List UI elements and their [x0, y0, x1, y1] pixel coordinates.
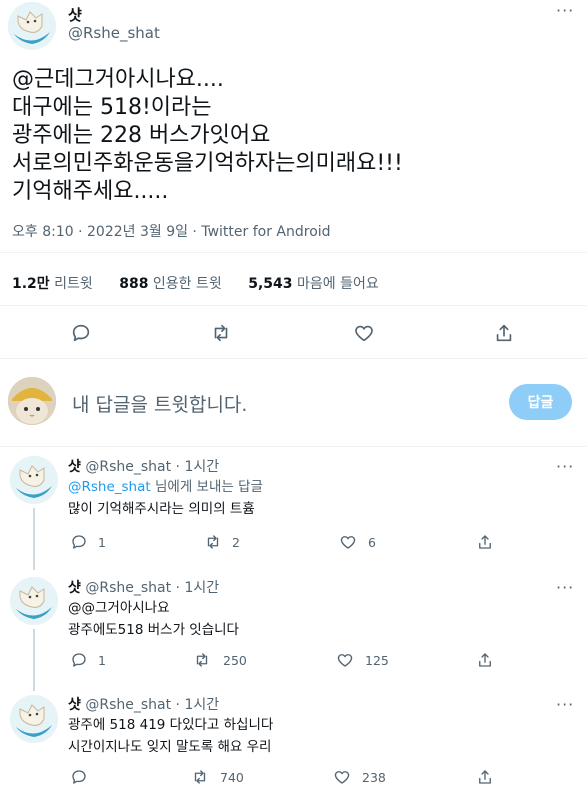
- retweet-icon[interactable]: [210, 322, 232, 344]
- divider: [0, 446, 587, 447]
- handle-time[interactable]: @Rshe_shat · 1시간: [85, 697, 219, 713]
- like-icon[interactable]: [333, 768, 351, 786]
- reply-button[interactable]: 답글: [509, 384, 572, 420]
- retweet-icon[interactable]: [191, 768, 209, 786]
- reply-text-line: 많이 기억해주시라는 의미의 트흄: [68, 501, 255, 517]
- reply-input[interactable]: 내 답글을 트윗합니다.: [72, 390, 247, 417]
- tweet-text-line: @근데그거아시나요....: [12, 67, 224, 92]
- share-icon[interactable]: [476, 651, 494, 669]
- replying-suffix: 님에게 보내는 답글: [150, 479, 263, 495]
- tweet-text: @근데그거아시나요.... 대구에는 518!이라는 광주에는 228 버스가잇…: [12, 66, 572, 206]
- reply-icon[interactable]: [70, 651, 88, 669]
- reply-count: 1: [98, 535, 106, 550]
- like-icon[interactable]: [353, 322, 375, 344]
- thread-line: [33, 508, 35, 570]
- author-avatar[interactable]: [10, 456, 58, 504]
- handle-time[interactable]: @Rshe_shat · 1시간: [85, 459, 219, 475]
- tweet-text-line: 기억해주세요.....: [12, 179, 169, 204]
- share-icon[interactable]: [493, 322, 515, 344]
- more-dots-icon[interactable]: ···: [556, 580, 574, 596]
- reply-text-line: 광주에도518 버스가 잇습니다: [68, 622, 239, 638]
- author-avatar[interactable]: [10, 577, 58, 625]
- replying-to: @Rshe_shat 님에게 보내는 답글: [68, 476, 263, 498]
- tweet-text-line: 광주에는 228 버스가잇어요: [12, 123, 271, 148]
- reply-header: 샷 @Rshe_shat · 1시간: [68, 694, 219, 714]
- like-icon[interactable]: [336, 651, 354, 669]
- reply-count: 1: [98, 653, 106, 668]
- more-dots-icon[interactable]: ···: [556, 459, 574, 475]
- tweet-text-line: 서로의민주화운동을기억하자는의미래요!!!: [12, 151, 403, 176]
- reply-header: 샷 @Rshe_shat · 1시간: [68, 577, 219, 597]
- reply-header: 샷 @Rshe_shat · 1시간: [68, 456, 219, 476]
- divider: [0, 252, 587, 253]
- tweet-timestamp[interactable]: 오후 8:10 · 2022년 3월 9일 · Twitter for Andr…: [12, 221, 331, 241]
- author-avatar[interactable]: [10, 695, 58, 743]
- reply-text-line: 시간이지나도 잊지 말도록 해요 우리: [68, 739, 272, 755]
- share-icon[interactable]: [476, 533, 494, 551]
- reply-text-line: @@그거아시나요: [68, 600, 170, 616]
- like-icon[interactable]: [339, 533, 357, 551]
- reply-icon[interactable]: [70, 533, 88, 551]
- likes-count[interactable]: 5,543: [248, 276, 292, 292]
- author-name[interactable]: 샷: [68, 4, 82, 25]
- divider: [0, 305, 587, 306]
- retweet-count: 250: [223, 653, 247, 668]
- author-handle[interactable]: @Rshe_shat: [68, 24, 160, 42]
- like-count: 125: [365, 653, 389, 668]
- quotes-label[interactable]: 인용한 트윗: [153, 276, 222, 292]
- author-name[interactable]: 샷: [68, 580, 81, 596]
- thread-line: [33, 629, 35, 691]
- quotes-count[interactable]: 888: [119, 276, 148, 292]
- tweet-text-line: 대구에는 518!이라는: [12, 95, 212, 120]
- mention-link[interactable]: @Rshe_shat: [68, 479, 151, 495]
- user-avatar[interactable]: [8, 377, 56, 425]
- tweet-stats: 1.2만 리트윗 888 인용한 트윗 5,543 마음에 들어요: [12, 273, 401, 293]
- more-dots-icon[interactable]: ···: [556, 3, 574, 19]
- retweets-count[interactable]: 1.2만: [12, 276, 50, 292]
- reply-icon[interactable]: [70, 768, 88, 786]
- retweet-count: 740: [220, 770, 244, 785]
- divider: [0, 358, 587, 359]
- retweet-icon[interactable]: [193, 651, 211, 669]
- retweet-count: 2: [232, 535, 240, 550]
- reply-text-line: 광주에 518 419 다있다고 하십니다: [68, 717, 274, 733]
- like-count: 6: [368, 535, 376, 550]
- likes-label[interactable]: 마음에 들어요: [297, 276, 379, 292]
- retweets-label[interactable]: 리트윗: [54, 276, 93, 292]
- like-count: 238: [362, 770, 386, 785]
- handle-time[interactable]: @Rshe_shat · 1시간: [85, 580, 219, 596]
- share-icon[interactable]: [476, 768, 494, 786]
- retweet-icon[interactable]: [204, 533, 222, 551]
- author-name[interactable]: 샷: [68, 459, 81, 475]
- more-dots-icon[interactable]: ···: [556, 697, 574, 713]
- reply-icon[interactable]: [70, 322, 92, 344]
- author-name[interactable]: 샷: [68, 697, 81, 713]
- author-avatar[interactable]: [8, 2, 56, 50]
